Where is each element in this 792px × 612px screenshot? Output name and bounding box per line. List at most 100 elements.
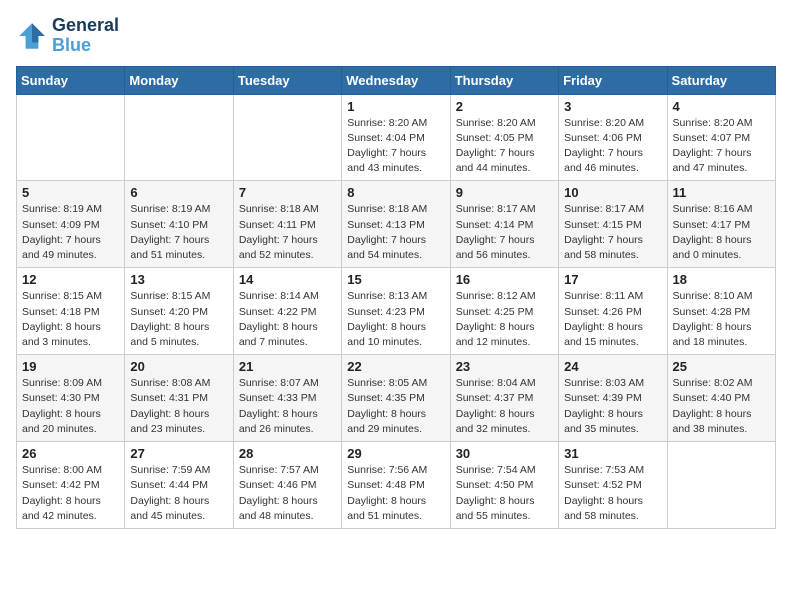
calendar-cell: 24 Sunrise: 8:03 AM Sunset: 4:39 PM Dayl… [559,355,667,442]
day-number: 21 [239,359,336,374]
calendar-table: SundayMondayTuesdayWednesdayThursdayFrid… [16,66,776,529]
calendar-cell: 1 Sunrise: 8:20 AM Sunset: 4:04 PM Dayli… [342,94,450,181]
calendar-cell: 20 Sunrise: 8:08 AM Sunset: 4:31 PM Dayl… [125,355,233,442]
day-number: 12 [22,272,119,287]
calendar-header-wednesday: Wednesday [342,66,450,94]
calendar-week-2: 5 Sunrise: 8:19 AM Sunset: 4:09 PM Dayli… [17,181,776,268]
day-info: Sunrise: 7:53 AM Sunset: 4:52 PM Dayligh… [564,463,661,524]
day-number: 1 [347,99,444,114]
calendar-cell: 12 Sunrise: 8:15 AM Sunset: 4:18 PM Dayl… [17,268,125,355]
day-number: 16 [456,272,553,287]
calendar-cell: 28 Sunrise: 7:57 AM Sunset: 4:46 PM Dayl… [233,442,341,529]
day-number: 26 [22,446,119,461]
day-info: Sunrise: 8:17 AM Sunset: 4:14 PM Dayligh… [456,202,553,263]
day-number: 8 [347,185,444,200]
calendar-cell [17,94,125,181]
calendar-cell: 7 Sunrise: 8:18 AM Sunset: 4:11 PM Dayli… [233,181,341,268]
day-info: Sunrise: 7:57 AM Sunset: 4:46 PM Dayligh… [239,463,336,524]
calendar-week-3: 12 Sunrise: 8:15 AM Sunset: 4:18 PM Dayl… [17,268,776,355]
day-info: Sunrise: 8:18 AM Sunset: 4:13 PM Dayligh… [347,202,444,263]
calendar-cell: 15 Sunrise: 8:13 AM Sunset: 4:23 PM Dayl… [342,268,450,355]
day-info: Sunrise: 8:14 AM Sunset: 4:22 PM Dayligh… [239,289,336,350]
day-number: 15 [347,272,444,287]
day-number: 2 [456,99,553,114]
day-number: 5 [22,185,119,200]
day-info: Sunrise: 7:54 AM Sunset: 4:50 PM Dayligh… [456,463,553,524]
day-info: Sunrise: 8:12 AM Sunset: 4:25 PM Dayligh… [456,289,553,350]
day-info: Sunrise: 8:05 AM Sunset: 4:35 PM Dayligh… [347,376,444,437]
day-number: 29 [347,446,444,461]
day-number: 23 [456,359,553,374]
day-number: 25 [673,359,770,374]
day-info: Sunrise: 8:09 AM Sunset: 4:30 PM Dayligh… [22,376,119,437]
calendar-cell: 21 Sunrise: 8:07 AM Sunset: 4:33 PM Dayl… [233,355,341,442]
calendar-cell: 2 Sunrise: 8:20 AM Sunset: 4:05 PM Dayli… [450,94,558,181]
calendar-cell: 29 Sunrise: 7:56 AM Sunset: 4:48 PM Dayl… [342,442,450,529]
day-number: 14 [239,272,336,287]
calendar-header-tuesday: Tuesday [233,66,341,94]
day-info: Sunrise: 8:18 AM Sunset: 4:11 PM Dayligh… [239,202,336,263]
day-number: 24 [564,359,661,374]
day-info: Sunrise: 8:20 AM Sunset: 4:04 PM Dayligh… [347,116,444,177]
day-info: Sunrise: 8:19 AM Sunset: 4:09 PM Dayligh… [22,202,119,263]
calendar-header-saturday: Saturday [667,66,775,94]
calendar-cell: 10 Sunrise: 8:17 AM Sunset: 4:15 PM Dayl… [559,181,667,268]
calendar-cell: 27 Sunrise: 7:59 AM Sunset: 4:44 PM Dayl… [125,442,233,529]
day-info: Sunrise: 8:07 AM Sunset: 4:33 PM Dayligh… [239,376,336,437]
day-number: 18 [673,272,770,287]
header: General Blue [16,16,776,56]
calendar-cell: 13 Sunrise: 8:15 AM Sunset: 4:20 PM Dayl… [125,268,233,355]
calendar-cell: 17 Sunrise: 8:11 AM Sunset: 4:26 PM Dayl… [559,268,667,355]
day-number: 28 [239,446,336,461]
day-info: Sunrise: 8:03 AM Sunset: 4:39 PM Dayligh… [564,376,661,437]
day-info: Sunrise: 8:10 AM Sunset: 4:28 PM Dayligh… [673,289,770,350]
day-info: Sunrise: 8:20 AM Sunset: 4:06 PM Dayligh… [564,116,661,177]
day-info: Sunrise: 8:04 AM Sunset: 4:37 PM Dayligh… [456,376,553,437]
day-number: 27 [130,446,227,461]
calendar-cell [233,94,341,181]
calendar-header-thursday: Thursday [450,66,558,94]
calendar-cell: 6 Sunrise: 8:19 AM Sunset: 4:10 PM Dayli… [125,181,233,268]
calendar-week-4: 19 Sunrise: 8:09 AM Sunset: 4:30 PM Dayl… [17,355,776,442]
logo: General Blue [16,16,119,56]
calendar-cell: 3 Sunrise: 8:20 AM Sunset: 4:06 PM Dayli… [559,94,667,181]
calendar-cell: 11 Sunrise: 8:16 AM Sunset: 4:17 PM Dayl… [667,181,775,268]
day-number: 13 [130,272,227,287]
calendar-header-monday: Monday [125,66,233,94]
calendar-header-sunday: Sunday [17,66,125,94]
calendar-cell: 31 Sunrise: 7:53 AM Sunset: 4:52 PM Dayl… [559,442,667,529]
day-info: Sunrise: 8:20 AM Sunset: 4:05 PM Dayligh… [456,116,553,177]
calendar-header-friday: Friday [559,66,667,94]
day-info: Sunrise: 8:20 AM Sunset: 4:07 PM Dayligh… [673,116,770,177]
calendar-cell: 14 Sunrise: 8:14 AM Sunset: 4:22 PM Dayl… [233,268,341,355]
day-info: Sunrise: 8:11 AM Sunset: 4:26 PM Dayligh… [564,289,661,350]
day-number: 7 [239,185,336,200]
calendar-cell: 4 Sunrise: 8:20 AM Sunset: 4:07 PM Dayli… [667,94,775,181]
calendar-cell: 22 Sunrise: 8:05 AM Sunset: 4:35 PM Dayl… [342,355,450,442]
logo-text: General Blue [52,16,119,56]
day-number: 6 [130,185,227,200]
day-info: Sunrise: 8:16 AM Sunset: 4:17 PM Dayligh… [673,202,770,263]
day-number: 11 [673,185,770,200]
day-number: 20 [130,359,227,374]
day-info: Sunrise: 8:08 AM Sunset: 4:31 PM Dayligh… [130,376,227,437]
day-number: 30 [456,446,553,461]
logo-icon [16,20,48,52]
calendar-cell: 30 Sunrise: 7:54 AM Sunset: 4:50 PM Dayl… [450,442,558,529]
calendar-cell [667,442,775,529]
calendar-cell: 8 Sunrise: 8:18 AM Sunset: 4:13 PM Dayli… [342,181,450,268]
day-info: Sunrise: 8:15 AM Sunset: 4:20 PM Dayligh… [130,289,227,350]
calendar-cell: 23 Sunrise: 8:04 AM Sunset: 4:37 PM Dayl… [450,355,558,442]
day-number: 4 [673,99,770,114]
day-info: Sunrise: 8:19 AM Sunset: 4:10 PM Dayligh… [130,202,227,263]
calendar-week-5: 26 Sunrise: 8:00 AM Sunset: 4:42 PM Dayl… [17,442,776,529]
day-number: 22 [347,359,444,374]
day-number: 17 [564,272,661,287]
calendar-cell: 25 Sunrise: 8:02 AM Sunset: 4:40 PM Dayl… [667,355,775,442]
day-info: Sunrise: 7:56 AM Sunset: 4:48 PM Dayligh… [347,463,444,524]
day-info: Sunrise: 7:59 AM Sunset: 4:44 PM Dayligh… [130,463,227,524]
day-number: 19 [22,359,119,374]
day-info: Sunrise: 8:13 AM Sunset: 4:23 PM Dayligh… [347,289,444,350]
day-number: 9 [456,185,553,200]
calendar-header-row: SundayMondayTuesdayWednesdayThursdayFrid… [17,66,776,94]
